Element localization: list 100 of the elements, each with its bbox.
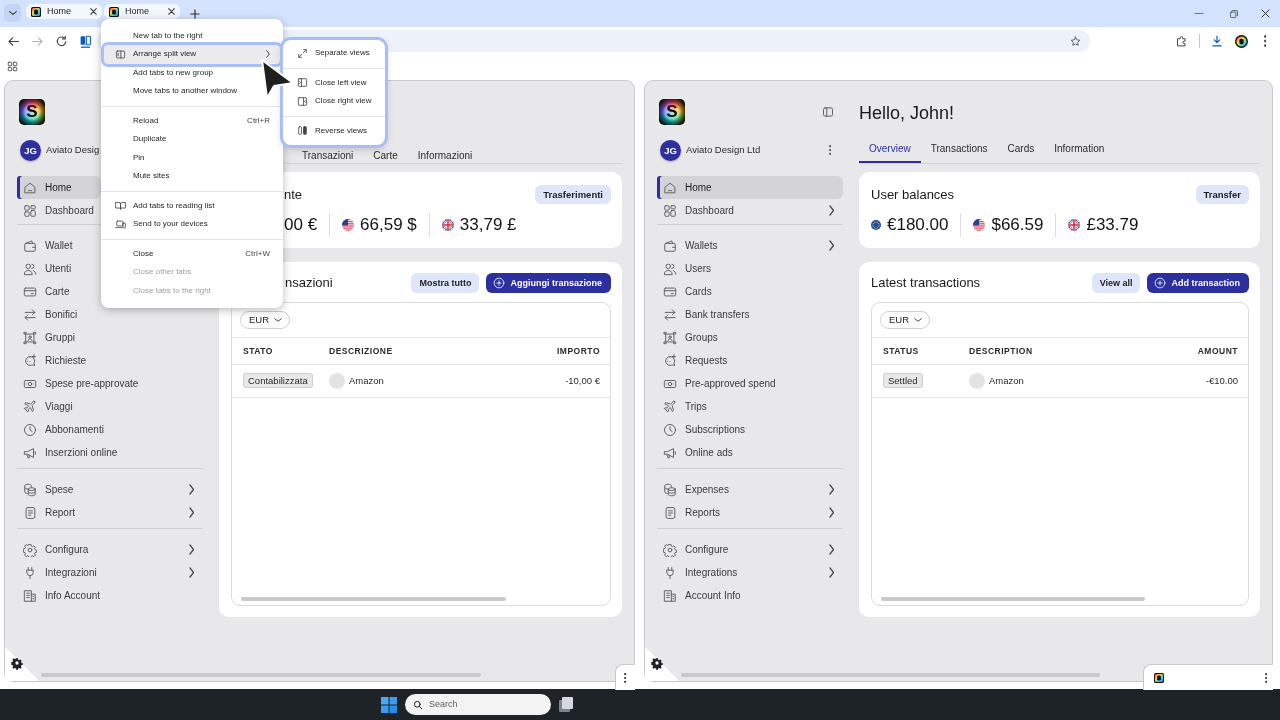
view-all-button[interactable]: Mostra tutto	[411, 273, 480, 293]
more-icon[interactable]	[1264, 672, 1267, 683]
transfer-button[interactable]: Trasferimenti	[535, 185, 611, 204]
tab[interactable]: Informazioni	[407, 149, 483, 163]
tab-list-button[interactable]	[4, 4, 21, 22]
sidebar-item[interactable]: Dashboard	[657, 199, 843, 222]
search-input[interactable]: Search	[429, 699, 529, 710]
home-icon	[23, 180, 37, 195]
menu-item[interactable]: Arrange split view	[104, 45, 280, 64]
tab[interactable]: Carte	[363, 149, 408, 163]
tab[interactable]: Transactions	[920, 135, 998, 163]
sidebar-item[interactable]: Users	[657, 257, 843, 280]
tab[interactable]: Transazioni	[292, 149, 364, 163]
menu-item[interactable]: Close right view	[283, 92, 385, 111]
sidebar-toggle-icon[interactable]	[822, 106, 834, 118]
menu-item[interactable]: Pin	[104, 148, 255, 167]
menu-item[interactable]: Close left view	[283, 73, 385, 92]
settings-icon[interactable]	[5, 647, 39, 681]
sidebar-item[interactable]: Spese pre-approvate	[17, 372, 203, 395]
menu-item[interactable]: Separate views	[283, 44, 385, 63]
sidebar-item[interactable]: Wallets	[657, 234, 843, 257]
sidebar-item[interactable]: Requests	[657, 349, 843, 372]
download-icon[interactable]	[1211, 35, 1223, 47]
browser-tab[interactable]: Home	[26, 4, 102, 19]
sidebar-item[interactable]: Account Info	[657, 584, 843, 607]
sidebar-item[interactable]: Configure	[657, 538, 843, 561]
sidebar-item[interactable]: Pre-approved spend	[657, 372, 843, 395]
sidebar-item[interactable]: Carte	[17, 280, 101, 303]
menu-item[interactable]: Close Ctrl+W	[104, 244, 280, 263]
menu-icon[interactable]	[1263, 35, 1267, 47]
tab[interactable]: Information	[1044, 135, 1115, 163]
sidebar-item[interactable]: Home	[657, 176, 843, 199]
sidebar-item[interactable]: Subscriptions	[657, 418, 843, 441]
more-icon[interactable]	[828, 145, 831, 155]
transfer-button[interactable]: Transfer	[1195, 185, 1249, 204]
close-icon[interactable]	[1260, 9, 1270, 18]
app-icon[interactable]	[559, 697, 573, 712]
sidebar-item[interactable]: Expenses	[657, 478, 843, 501]
bookmark-star-icon[interactable]	[1070, 35, 1081, 47]
keyboard-shortcut: Ctrl+R	[247, 115, 270, 126]
settings-icon[interactable]	[645, 647, 679, 681]
reload-icon[interactable]	[54, 34, 68, 48]
close-icon[interactable]	[168, 8, 175, 15]
sidebar-item[interactable]: Cards	[657, 280, 843, 303]
add-button[interactable]: Aggiungi transazione	[486, 273, 611, 293]
add-button[interactable]: Add transaction	[1147, 273, 1249, 293]
sidebar-item[interactable]: Integrations	[657, 561, 843, 584]
sidebar-item[interactable]: Wallet	[17, 234, 101, 257]
sidebar-item[interactable]: Configura	[17, 538, 203, 561]
balance-amount: 66,59 $	[360, 214, 417, 236]
menu-item[interactable]: Move tabs to another window	[104, 82, 255, 101]
sidebar-item[interactable]: Integrazioni	[17, 561, 203, 584]
puzzle-icon[interactable]	[1176, 35, 1188, 47]
currency-dropdown[interactable]: EUR	[880, 311, 931, 329]
sidebar-item[interactable]: Info Account	[17, 584, 203, 607]
view-all-button[interactable]: View all	[1091, 273, 1141, 293]
split-view-icon	[114, 48, 126, 60]
sidebar-item[interactable]: Bonifici	[17, 303, 101, 326]
user-avatar: JG	[20, 139, 41, 161]
card-icon	[663, 284, 677, 299]
sidebar-item[interactable]: Report	[17, 501, 203, 524]
menu-item[interactable]: Reverse views	[283, 121, 385, 140]
sidebar-item[interactable]: Gruppi	[17, 326, 203, 349]
close-icon[interactable]	[90, 8, 97, 15]
sidebar-item[interactable]: Online ads	[657, 441, 843, 464]
menu-item[interactable]: Add tabs to reading list	[104, 196, 255, 215]
sidebar-item[interactable]: Utenti	[17, 257, 101, 280]
book-icon	[114, 200, 126, 212]
sidebar-item[interactable]: Reports	[657, 501, 843, 524]
menu-item[interactable]: Duplicate	[104, 130, 255, 149]
menu-item[interactable]: New tab to the right	[104, 26, 255, 45]
more-icon[interactable]	[624, 672, 627, 683]
menu-item[interactable]: Mute sites	[104, 167, 255, 186]
currency-dropdown[interactable]: EUR	[240, 311, 291, 329]
search-bar[interactable]: Search	[405, 694, 551, 715]
back-icon[interactable]	[6, 34, 20, 48]
tab[interactable]: Cards	[997, 135, 1045, 163]
menu-item[interactable]: Send to your devices	[104, 215, 255, 234]
tab[interactable]: Overview	[859, 135, 921, 163]
sidebar-item[interactable]: Viaggi	[17, 395, 203, 418]
sidebar-item[interactable]: Bank transfers	[657, 303, 843, 326]
menu-item[interactable]: Reload Ctrl+R	[104, 111, 280, 130]
minimize-icon[interactable]	[1194, 12, 1204, 15]
sidebar-item[interactable]: Trips	[657, 395, 843, 418]
apps-grid-icon[interactable]	[7, 61, 18, 72]
sidebar-item[interactable]: Inserzioni online	[17, 441, 203, 464]
sidebar-item[interactable]: Dashboard	[17, 199, 101, 222]
sidebar-item[interactable]: Groups	[657, 326, 843, 349]
four-squares-icon[interactable]	[381, 696, 397, 713]
profile-avatar-icon[interactable]	[1234, 34, 1248, 48]
uk-flag-icon	[441, 219, 454, 231]
new-tab-icon[interactable]	[190, 8, 200, 19]
sidebar-item[interactable]: Home	[17, 176, 101, 199]
menu-item[interactable]: Add tabs to new group	[104, 63, 255, 82]
browser-tab[interactable]: Home	[104, 4, 180, 19]
restore-icon[interactable]	[1228, 8, 1239, 19]
split-view-icon[interactable]	[78, 34, 92, 48]
sidebar-item[interactable]: Spese	[17, 478, 203, 501]
sidebar-item[interactable]: Abbonamenti	[17, 418, 203, 441]
sidebar-item[interactable]: Richieste	[17, 349, 203, 372]
